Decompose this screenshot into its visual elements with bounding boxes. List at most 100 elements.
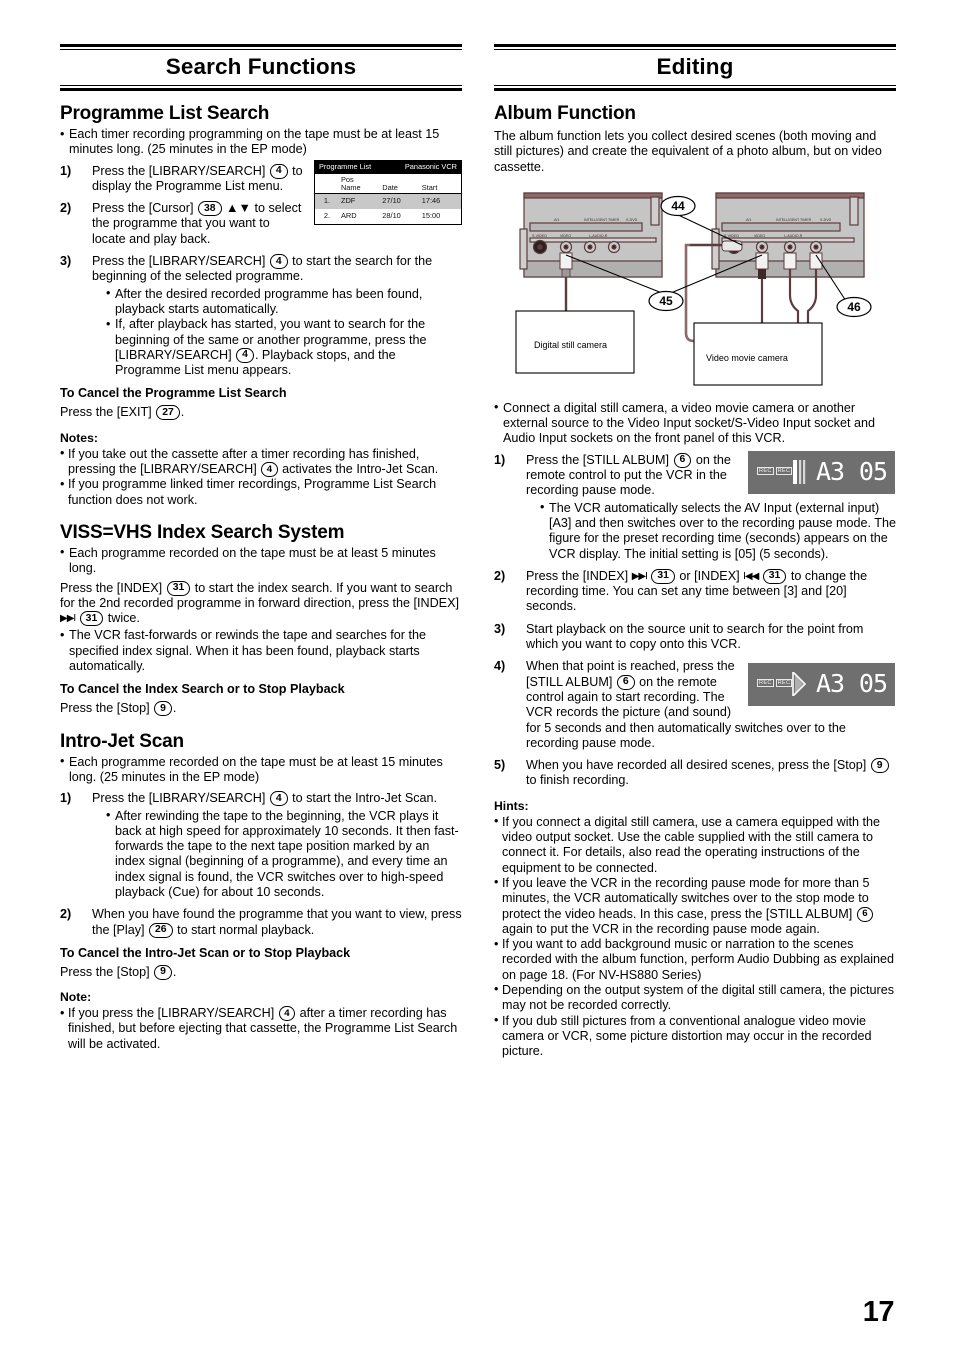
heading-cancel-intro-jet-scan: To Cancel the Intro-Jet Scan or to Stop …	[60, 945, 351, 960]
programme-list-notes: If you take out the cassette after a tim…	[60, 446, 462, 508]
list-item: If, after playback has started, you want…	[106, 317, 462, 378]
key-reference[interactable]: 26	[149, 922, 173, 938]
step-number: 2)	[60, 201, 72, 216]
callout-46: 46	[847, 300, 861, 314]
key-reference[interactable]: 9	[870, 758, 889, 774]
programme-list-intro-list: Each timer recording programming on the …	[60, 127, 462, 158]
fast-forward-icon: ▶▶I	[60, 613, 76, 625]
right-column: Editing Album Function The album functio…	[494, 44, 896, 1059]
svg-text:L-AUDIO-R: L-AUDIO-R	[589, 234, 608, 238]
key-reference[interactable]: 38	[197, 201, 222, 217]
key-reference[interactable]: 4	[269, 254, 288, 270]
section-banner-search: Search Functions	[60, 44, 462, 91]
key-reference[interactable]: 6	[673, 452, 692, 468]
key-reference[interactable]: 4	[236, 347, 254, 363]
note-heading: Note:	[60, 990, 92, 1005]
intro-jet-intro-list: Each programme recorded on the tape must…	[60, 754, 462, 786]
list-item: The VCR fast-forwards or rewinds the tap…	[60, 628, 462, 674]
svg-text:INTELLIGENT TIMER: INTELLIGENT TIMER	[584, 218, 620, 222]
step-text: Press the [INDEX] ▶▶I 31 or [INDEX] I◀◀ …	[526, 568, 867, 613]
hints-heading: Hints:	[494, 798, 529, 813]
intro-jet-notes: If you press the [LIBRARY/SEARCH] 4 afte…	[60, 1006, 462, 1052]
step-number: 1)	[60, 791, 72, 806]
label-digital-still-camera: Digital still camera	[534, 340, 607, 350]
step-5: 5) When you have recorded all desired sc…	[494, 758, 896, 789]
cancel-index-search-instruction: Press the [Stop] 9.	[60, 701, 462, 717]
svg-text:A/1: A/1	[554, 218, 559, 222]
step-3: 3) Start playback on the source unit to …	[494, 622, 896, 653]
vcr-display-seconds: 05	[858, 669, 888, 699]
step-number: 5)	[494, 758, 506, 773]
fast-forward-icon: ▶▶I	[631, 570, 648, 582]
step-number: 1)	[494, 452, 506, 467]
step-number: 3)	[494, 621, 506, 636]
svg-text:S-VIDEO: S-VIDEO	[532, 234, 547, 238]
label-video-movie-camera: Video movie camera	[706, 353, 788, 363]
key-reference[interactable]: 4	[261, 462, 278, 478]
step-number: 2)	[60, 907, 72, 922]
svg-text:VIDEO: VIDEO	[560, 234, 571, 238]
step-1-bullets: The VCR automatically selects the AV Inp…	[540, 500, 896, 562]
viss-instruction-paragraph: Press the [INDEX] 31 to start the index …	[60, 580, 462, 627]
cancel-text: Press the [EXIT]	[60, 405, 152, 420]
key-reference[interactable]: 31	[651, 568, 675, 584]
step-text-a: Press the [STILL ALBUM]	[526, 452, 670, 467]
left-column: Search Functions Programme List Search E…	[60, 44, 462, 1052]
svg-text:INTELLIGENT TIMER: INTELLIGENT TIMER	[776, 218, 812, 222]
key-reference[interactable]: 31	[762, 568, 787, 584]
two-column-layout: Search Functions Programme List Search E…	[60, 44, 896, 1059]
step-1-bullets: After rewinding the tape to the beginnin…	[106, 808, 462, 901]
cancel-tail: .	[180, 405, 185, 420]
key-reference[interactable]: 27	[156, 405, 180, 421]
cancel-text: Press the [Stop]	[60, 701, 150, 716]
step-3: 3) Press the [LIBRARY/SEARCH] 4 to start…	[60, 254, 462, 378]
svg-text:L-AUDIO-R: L-AUDIO-R	[784, 234, 803, 238]
key-reference[interactable]: 31	[166, 580, 191, 596]
list-item: Depending on the output system of the di…	[494, 982, 896, 1014]
list-item: If you leave the VCR in the recording pa…	[494, 875, 896, 937]
key-reference[interactable]: 9	[154, 964, 172, 980]
heading-viss-index-search: VISS=VHS Index Search System	[60, 521, 345, 543]
list-item: If you connect a digital still camera, u…	[494, 814, 896, 876]
key-reference[interactable]: 4	[278, 1006, 296, 1022]
heading-intro-jet-scan: Intro-Jet Scan	[60, 730, 184, 752]
list-item: Each programme recorded on the tape must…	[60, 754, 462, 786]
hint-text-a: If you leave the VCR in the recording pa…	[502, 875, 870, 921]
rec-box-left: REC	[757, 679, 774, 688]
viss-intro-list: Each programme recorded on the tape must…	[60, 545, 462, 577]
key-reference[interactable]: 6	[856, 906, 874, 922]
list-item: After the desired recorded programme has…	[106, 286, 462, 318]
viss-text-a: Press the [INDEX]	[60, 580, 163, 595]
step-text-mid: or [INDEX]	[679, 568, 740, 583]
step-text: Press the [LIBRARY/SEARCH] 4 to display …	[92, 163, 303, 193]
list-item: If you take out the cassette after a tim…	[60, 446, 462, 478]
list-item: The VCR automatically selects the AV Inp…	[540, 500, 896, 562]
step-2: 2) Press the [INDEX] ▶▶I 31 or [INDEX] I…	[494, 568, 896, 615]
svg-text:VIDEO: VIDEO	[754, 234, 765, 238]
list-item: Each timer recording programming on the …	[60, 127, 462, 158]
cancel-tail: .	[172, 701, 177, 716]
viss-bullets: The VCR fast-forwards or rewinds the tap…	[60, 628, 462, 674]
list-item: Each programme recorded on the tape must…	[60, 545, 462, 577]
step-2: 2) Press the [Cursor] 38 ▲▼ to select th…	[60, 201, 462, 247]
callout-44: 44	[671, 199, 685, 213]
rewind-icon: I◀◀	[743, 570, 759, 582]
page-title-search: Search Functions	[165, 54, 357, 79]
banner-rule-top	[494, 44, 896, 50]
key-reference[interactable]: 9	[154, 701, 172, 717]
page-title-editing: Editing	[656, 54, 734, 79]
cancel-programme-list-instruction: Press the [EXIT] 27.	[60, 405, 462, 421]
key-reference[interactable]: 6	[616, 674, 635, 690]
step-text: Press the [LIBRARY/SEARCH] 4 to start th…	[92, 254, 432, 283]
list-item: After rewinding the tape to the beginnin…	[106, 808, 462, 901]
list-item: If you dub still pictures from a convent…	[494, 1013, 896, 1060]
connection-diagram: A/1 INTELLIGENT TIMER S-DVD S-VIDEO VIDEO L-…	[494, 183, 894, 393]
key-reference[interactable]: 4	[269, 791, 288, 807]
step-number: 4)	[494, 659, 506, 674]
key-reference[interactable]: 4	[269, 163, 288, 179]
heading-cancel-programme-list-search: To Cancel the Programme List Search	[60, 386, 287, 401]
step-text: Press the [STILL ALBUM] 6 on the remote …	[526, 452, 731, 497]
step-text-a: When you have recorded all desired scene…	[526, 758, 867, 773]
key-reference[interactable]: 31	[79, 611, 104, 627]
cancel-tail: .	[172, 964, 177, 979]
